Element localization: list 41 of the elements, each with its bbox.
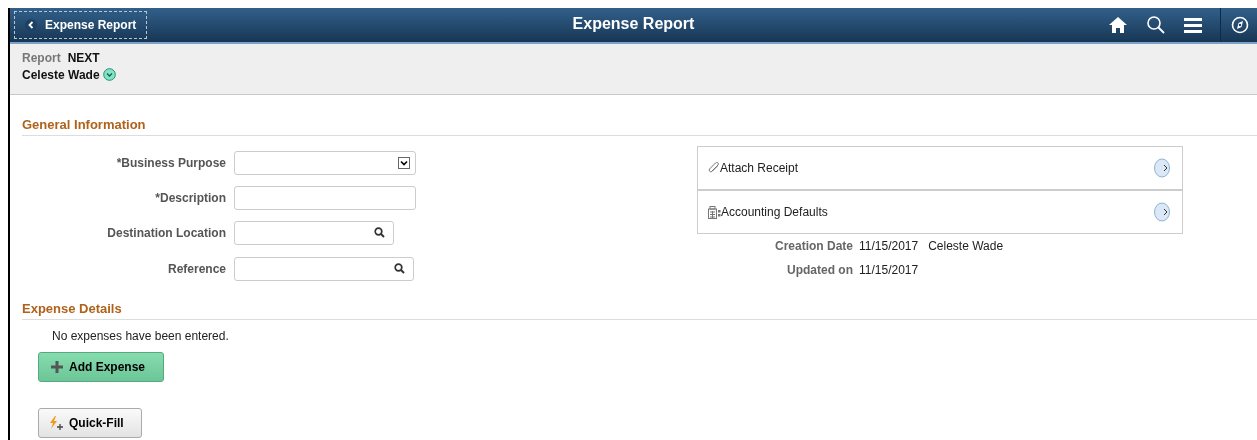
- chevron-circle-icon: [1154, 158, 1172, 178]
- search-icon[interactable]: [1146, 15, 1166, 35]
- quick-fill-button[interactable]: Quick-Fill: [38, 408, 142, 438]
- chevron-down-circle-icon[interactable]: [102, 68, 116, 81]
- add-expense-button[interactable]: Add Expense: [38, 352, 164, 382]
- page-title: Expense Report: [572, 15, 695, 33]
- chevron-left-icon: [25, 19, 37, 31]
- report-label: Report: [22, 50, 61, 65]
- lookup-field[interactable]: [234, 256, 414, 281]
- report-id: NEXT: [67, 50, 100, 65]
- lookup-field[interactable]: [234, 220, 394, 245]
- section-heading: General Information: [22, 117, 1257, 136]
- info-label: Updated on: [786, 263, 853, 277]
- employee-name: Celeste Wade: [22, 67, 100, 82]
- nav-row-label: Accounting Defaults: [721, 205, 829, 219]
- section-heading: Expense Details: [22, 301, 1257, 320]
- nav-row[interactable]: Attach Receipt: [698, 147, 1182, 191]
- plus-icon: [51, 361, 63, 373]
- calculator-icon: [708, 205, 721, 219]
- paperclip-icon: [708, 162, 720, 174]
- dropdown-field[interactable]: [234, 150, 416, 175]
- menu-icon[interactable]: [1184, 17, 1202, 33]
- field-label: *Description: [154, 190, 226, 205]
- field-label: Reference: [166, 261, 226, 276]
- info-value: 11/15/2017: [859, 239, 919, 253]
- info-value: Celeste Wade: [928, 239, 1004, 253]
- empty-message: No expenses have been entered.: [52, 329, 230, 343]
- nav-row-label: Attach Receipt: [720, 161, 800, 175]
- back-button[interactable]: Expense Report: [14, 11, 148, 39]
- field-label: *Business Purpose: [115, 155, 226, 170]
- search-icon: [374, 227, 385, 238]
- info-label: Creation Date: [773, 239, 853, 253]
- lightning-plus-icon: [49, 416, 63, 430]
- field-label: Destination Location: [106, 225, 226, 240]
- nav-row[interactable]: Accounting Defaults: [698, 191, 1182, 233]
- chevron-circle-icon: [1154, 202, 1172, 222]
- text-input-field[interactable]: [234, 185, 416, 210]
- info-value: 11/15/2017: [859, 263, 919, 277]
- search-icon: [394, 263, 405, 274]
- home-icon[interactable]: [1108, 16, 1128, 34]
- compass-icon[interactable]: [1231, 16, 1249, 34]
